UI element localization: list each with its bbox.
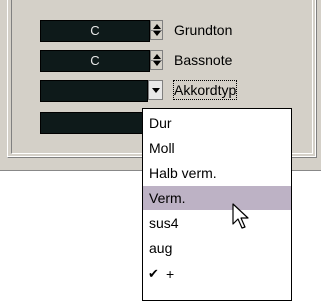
menu-item-plus[interactable]: ✔ + xyxy=(143,262,291,286)
menu-item-label: Verm. xyxy=(149,190,186,206)
spin-arrows-icon[interactable] xyxy=(150,50,163,70)
menu-item-label: Halb verm. xyxy=(149,165,217,181)
menu-item-sus4[interactable]: sus4 xyxy=(143,211,291,235)
menu-item-moll[interactable]: Moll xyxy=(143,136,291,160)
menu-item-aug[interactable]: aug xyxy=(143,236,291,260)
menu-item-verm[interactable]: Verm. xyxy=(143,186,291,210)
bassnote-value-field[interactable]: C xyxy=(40,50,150,72)
chevron-down-icon xyxy=(152,88,160,93)
menu-item-halb-verm[interactable]: Halb verm. xyxy=(143,161,291,185)
menu-item-label: sus4 xyxy=(149,215,179,231)
checkmark-icon: ✔ xyxy=(148,266,159,281)
menu-item-label: aug xyxy=(149,240,173,256)
extra-value-field[interactable] xyxy=(40,112,148,134)
menu-item-label: Dur xyxy=(149,115,172,131)
menu-item-label: Moll xyxy=(149,140,175,156)
grundton-label: Grundton xyxy=(174,22,233,38)
mouse-pointer-icon xyxy=(232,203,249,229)
akkordtyp-label: Akkordtyp xyxy=(172,80,238,100)
akkordtyp-menu: Dur Moll Halb verm. Verm. sus4 aug ✔ + xyxy=(142,108,292,301)
spin-arrows-icon[interactable] xyxy=(150,20,163,40)
bassnote-label: Bassnote xyxy=(174,52,233,68)
spin-up-arrow[interactable] xyxy=(153,24,161,29)
spin-up-arrow[interactable] xyxy=(153,54,161,59)
akkordtyp-value-field[interactable] xyxy=(40,80,148,102)
menu-item-dur[interactable]: Dur xyxy=(143,111,291,135)
akkordtyp-dropdown-button[interactable] xyxy=(148,80,163,100)
spin-down-arrow[interactable] xyxy=(153,61,161,66)
menu-item-label: + xyxy=(166,266,175,282)
spin-down-arrow[interactable] xyxy=(153,31,161,36)
grundton-value-field[interactable]: C xyxy=(40,20,150,42)
